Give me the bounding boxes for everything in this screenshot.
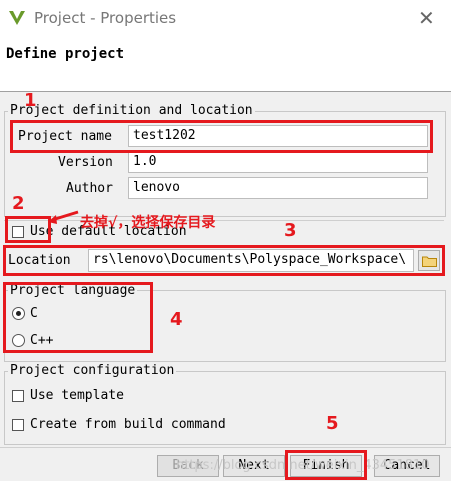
close-icon[interactable]: ✕ bbox=[418, 6, 435, 30]
annotation-number-2: 2 bbox=[12, 193, 25, 214]
annotation-box-2 bbox=[5, 216, 51, 243]
annotation-number-5: 5 bbox=[326, 413, 339, 434]
configuration-group bbox=[4, 371, 446, 445]
annotation-note: 去掉√，选择保存目录 bbox=[80, 215, 216, 231]
use-template-label: Use template bbox=[30, 388, 124, 403]
wizard-header bbox=[0, 36, 451, 91]
window-title: Project - Properties bbox=[34, 9, 177, 27]
use-template-checkbox[interactable] bbox=[12, 390, 24, 402]
page-title: Define project bbox=[6, 46, 125, 62]
create-from-build-label: Create from build command bbox=[30, 417, 226, 432]
annotation-box-4 bbox=[3, 282, 153, 353]
button-bar-divider bbox=[0, 447, 451, 448]
annotation-box-5 bbox=[285, 450, 367, 480]
configuration-legend: Project configuration bbox=[8, 363, 177, 378]
author-label: Author bbox=[66, 181, 113, 196]
version-field[interactable]: 1.0 bbox=[128, 151, 428, 173]
annotation-number-3: 3 bbox=[284, 220, 297, 241]
annotation-arrow bbox=[48, 210, 79, 224]
annotation-box-3 bbox=[3, 245, 445, 276]
annotation-box-1 bbox=[10, 120, 433, 153]
annotation-number-1: 1 bbox=[24, 90, 37, 111]
version-label: Version bbox=[58, 155, 113, 170]
author-field[interactable]: lenovo bbox=[128, 177, 428, 199]
app-logo-icon bbox=[9, 11, 25, 25]
definition-legend: Project definition and location bbox=[8, 103, 255, 118]
create-from-build-checkbox[interactable] bbox=[12, 419, 24, 431]
annotation-number-4: 4 bbox=[170, 309, 183, 330]
